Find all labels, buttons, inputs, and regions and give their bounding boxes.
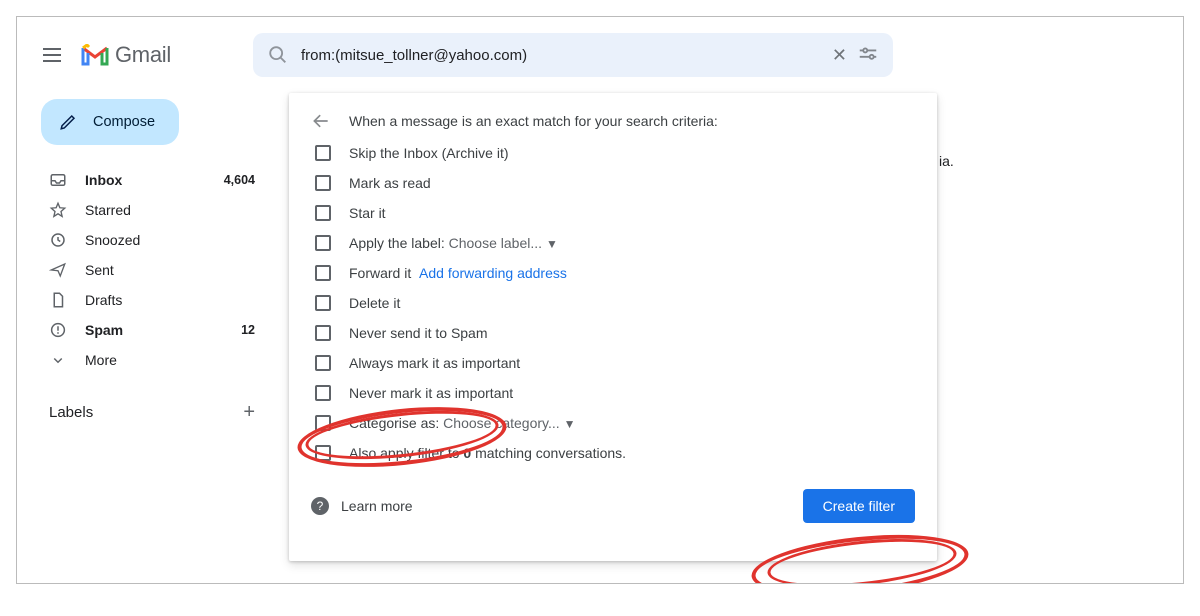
sidebar-item-label: Drafts <box>85 292 122 308</box>
filter-option: Skip the Inbox (Archive it) <box>315 145 915 161</box>
compose-button[interactable]: Compose <box>41 99 179 145</box>
sidebar-item-label: Snoozed <box>85 232 140 248</box>
compose-label: Compose <box>93 114 155 130</box>
sidebar-item-label: Inbox <box>85 172 122 188</box>
main-menu-button[interactable] <box>43 43 67 67</box>
help-icon: ? <box>311 497 329 515</box>
back-arrow-button[interactable] <box>311 111 331 131</box>
checkbox[interactable] <box>315 355 331 371</box>
clock-icon <box>49 231 67 249</box>
sidebar-item-starred[interactable]: Starred <box>41 195 273 225</box>
star-icon <box>49 201 67 219</box>
filter-option: Never send it to Spam <box>315 325 915 341</box>
pencil-icon <box>59 113 77 131</box>
filter-option-label: Never mark it as important <box>349 385 513 401</box>
search-bar[interactable]: from:(mitsue_tollner@yahoo.com) ✕ <box>253 33 893 77</box>
sidebar-item-sent[interactable]: Sent <box>41 255 273 285</box>
search-input[interactable]: from:(mitsue_tollner@yahoo.com) <box>301 47 816 64</box>
send-icon <box>49 261 67 279</box>
sidebar-item-count: 4,604 <box>224 173 255 187</box>
search-icon <box>267 44 289 66</box>
gmail-logo-icon <box>81 44 109 66</box>
chevron-down-icon[interactable]: ▼ <box>546 237 558 251</box>
checkbox[interactable] <box>315 295 331 311</box>
sidebar-item-inbox[interactable]: Inbox 4,604 <box>41 165 273 195</box>
filter-option-label: Skip the Inbox (Archive it) <box>349 145 509 161</box>
labels-header: Labels <box>49 404 93 421</box>
filter-option-label: Always mark it as important <box>349 355 520 371</box>
create-filter-button[interactable]: Create filter <box>803 489 915 523</box>
sidebar-item-label: More <box>85 352 117 368</box>
sidebar-item-label: Starred <box>85 202 131 218</box>
filter-option-label: Never send it to Spam <box>349 325 488 341</box>
checkbox[interactable] <box>315 265 331 281</box>
chev-icon <box>49 351 67 369</box>
filter-option: Never mark it as important <box>315 385 915 401</box>
checkbox[interactable] <box>315 385 331 401</box>
filter-option: Star it <box>315 205 915 221</box>
sidebar-item-label: Sent <box>85 262 114 278</box>
inbox-icon <box>49 171 67 189</box>
sidebar-item-drafts[interactable]: Drafts <box>41 285 273 315</box>
sidebar: Compose Inbox 4,604 Starred Snoozed Sent Draf… <box>31 93 273 569</box>
brand-name: Gmail <box>115 42 171 68</box>
search-options-icon[interactable] <box>857 44 879 66</box>
checkbox[interactable] <box>315 325 331 341</box>
panel-header: When a message is an exact match for you… <box>349 113 718 129</box>
filter-option: Always mark it as important <box>315 355 915 371</box>
gmail-logo[interactable]: Gmail <box>81 42 171 68</box>
filter-option: Delete it <box>315 295 915 311</box>
filter-option: Forward it Add forwarding address <box>315 265 915 281</box>
add-forwarding-link[interactable]: Add forwarding address <box>419 265 567 281</box>
filter-option-label: Mark as read <box>349 175 431 191</box>
sidebar-item-more[interactable]: More <box>41 345 273 375</box>
filter-option-label: Forward it Add forwarding address <box>349 265 567 281</box>
sidebar-item-label: Spam <box>85 322 123 338</box>
file-icon <box>49 291 67 309</box>
checkbox[interactable] <box>315 235 331 251</box>
sidebar-item-count: 12 <box>241 323 255 337</box>
sidebar-item-spam[interactable]: Spam 12 <box>41 315 273 345</box>
filter-actions-panel: When a message is an exact match for you… <box>289 93 937 561</box>
bang-icon <box>49 321 67 339</box>
learn-more-link[interactable]: ? Learn more <box>311 497 413 515</box>
filter-option-label: Apply the label: Choose label...▼ <box>349 235 558 251</box>
add-label-button[interactable]: + <box>243 401 255 424</box>
sidebar-item-snoozed[interactable]: Snoozed <box>41 225 273 255</box>
obscured-text-fragment: ia. <box>939 153 954 169</box>
checkbox[interactable] <box>315 205 331 221</box>
dropdown-value[interactable]: Choose label... <box>449 235 542 251</box>
chevron-down-icon[interactable]: ▼ <box>564 417 576 431</box>
filter-option-label: Star it <box>349 205 386 221</box>
filter-option-label: Delete it <box>349 295 400 311</box>
checkbox[interactable] <box>315 175 331 191</box>
filter-option: Apply the label: Choose label...▼ <box>315 235 915 251</box>
filter-option: Mark as read <box>315 175 915 191</box>
learn-more-label: Learn more <box>341 498 413 514</box>
checkbox[interactable] <box>315 145 331 161</box>
clear-search-button[interactable]: ✕ <box>828 41 851 70</box>
